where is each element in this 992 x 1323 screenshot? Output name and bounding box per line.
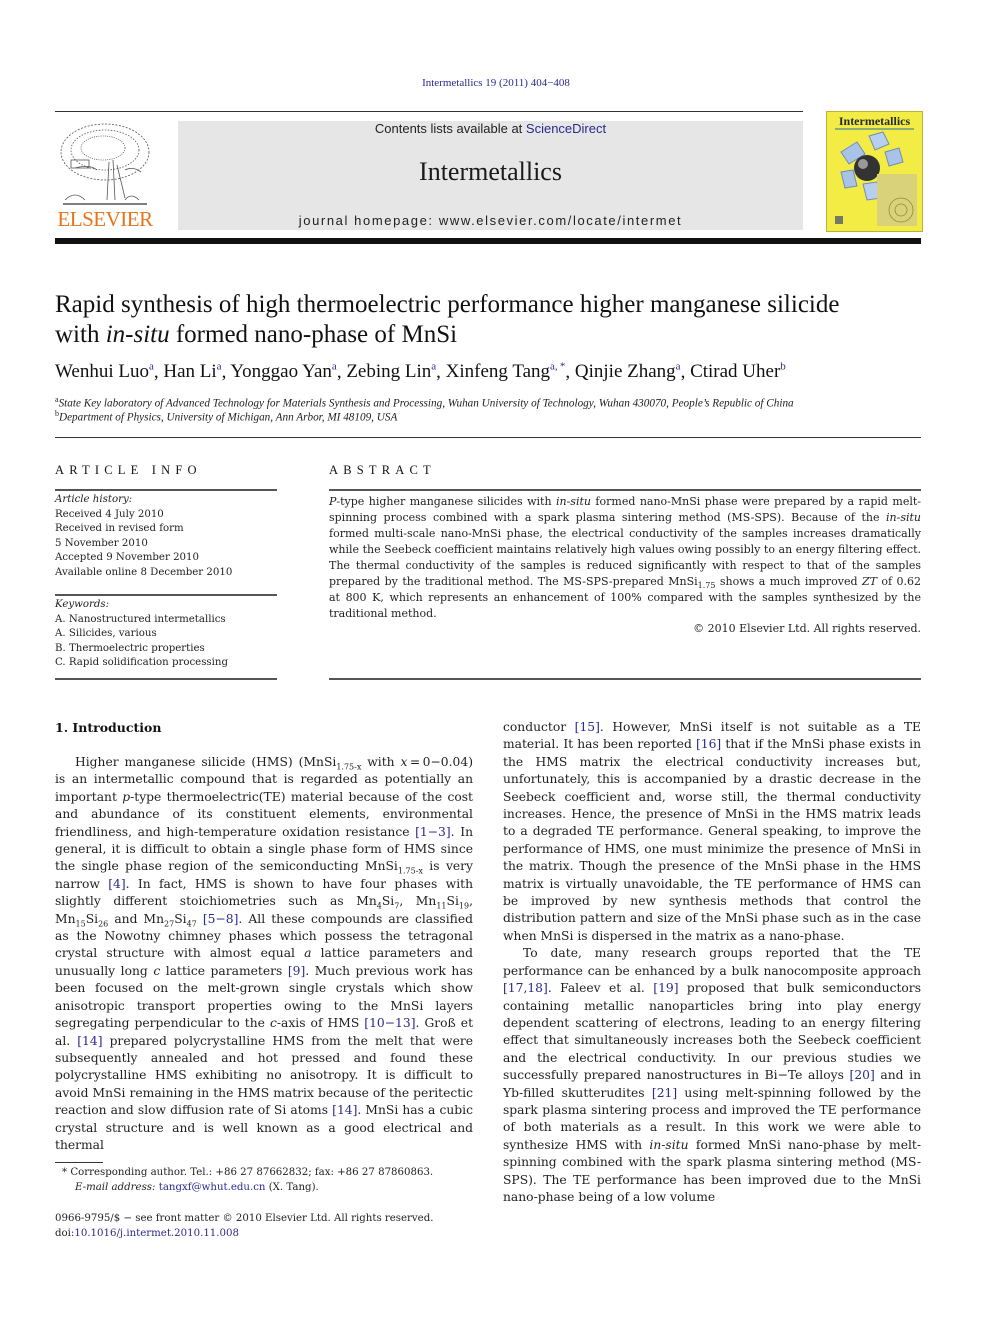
body-column-right: conductor [15]. However, MnSi itself is … (503, 719, 921, 1206)
email-note: E-mail address: tangxf@whut.edu.cn (X. T… (75, 1182, 319, 1193)
author[interactable]: Yonggao Yana (230, 361, 336, 382)
citation-link[interactable]: [17,18] (503, 981, 548, 995)
citation-link[interactable]: [5−8] (203, 912, 239, 926)
abstract-copyright: © 2010 Elsevier Ltd. All rights reserved… (693, 622, 921, 635)
keyword-item: A. Silicides, various (55, 628, 157, 639)
keyword-item: C. Rapid solidification processing (55, 657, 228, 668)
author[interactable]: Wenhui Luoa (55, 361, 154, 382)
journal-banner: Contents lists available at ScienceDirec… (178, 121, 803, 230)
paragraph: conductor [15]. However, MnSi itself is … (503, 720, 922, 943)
front-matter-note: 0966-9795/$ − see front matter © 2010 El… (55, 1213, 434, 1224)
journal-citation-link[interactable]: Intermetallics 19 (2011) 404−408 (0, 77, 992, 89)
keyword-item: A. Nanostructured intermetallics (55, 613, 226, 625)
body-column-left: Higher manganese silicide (HMS) (MnSi1.7… (55, 754, 473, 1154)
author-corresponding[interactable]: Xinfeng Tanga, * (446, 361, 566, 382)
citation-link[interactable]: [21] (652, 1086, 677, 1100)
author-list: Wenhui Luoa, Han Lia, Yonggao Yana, Zebi… (55, 361, 786, 383)
affiliation-b: bDepartment of Physics, University of Mi… (55, 409, 398, 424)
citation-link[interactable]: [4] (108, 877, 125, 891)
journal-cover-thumbnail[interactable]: Intermetallics (826, 111, 923, 232)
paragraph: Higher manganese silicide (HMS) (MnSi1.7… (55, 755, 474, 1152)
doi-link[interactable]: 10.1016/j.intermet.2010.11.008 (74, 1228, 239, 1239)
info-bottom-rule (55, 678, 277, 680)
elsevier-logo[interactable]: ELSEVIER (55, 120, 155, 232)
abstract-text: P-type higher manganese silicides with i… (329, 495, 921, 620)
history-item: Received in revised form (55, 523, 184, 534)
paragraph: To date, many research groups reported t… (503, 946, 922, 1204)
citation-link[interactable]: [14] (77, 1034, 102, 1048)
history-item: Accepted 9 November 2010 (55, 552, 199, 563)
article-title: Rapid synthesis of high thermoelectric p… (55, 291, 840, 348)
cover-art-icon (835, 128, 917, 226)
citation-link[interactable]: [16] (696, 737, 721, 751)
keywords: Keywords: A. Nanostructured intermetalli… (55, 598, 277, 671)
article-history: Article history: Received 4 July 2010 Re… (55, 493, 277, 580)
citation-link[interactable]: [20] (850, 1068, 875, 1082)
doi-line: doi:10.1016/j.intermet.2010.11.008 (55, 1228, 239, 1239)
abstract-rule (329, 489, 921, 491)
keywords-rule (55, 594, 277, 596)
keyword-item: B. Thermoelectric properties (55, 642, 205, 654)
author[interactable]: Han Lia (163, 361, 221, 382)
author[interactable]: Zebing Lina (346, 361, 436, 382)
affiliation-rule (55, 437, 921, 438)
corresponding-author-note: * Corresponding author. Tel.: +86 27 876… (62, 1167, 434, 1178)
abstract-bottom-rule (329, 678, 921, 680)
article-info-rule (55, 489, 277, 491)
citation-link[interactable]: [14] (332, 1103, 357, 1117)
article-info-heading: ARTICLE INFO (55, 463, 202, 477)
email-link[interactable]: tangxf@whut.edu.cn (159, 1182, 266, 1193)
sciencedirect-link[interactable]: ScienceDirect (526, 121, 606, 136)
journal-name: Intermetallics (419, 157, 562, 186)
tree-icon (60, 123, 150, 205)
history-item: 5 November 2010 (55, 537, 148, 549)
journal-homepage[interactable]: journal homepage: www.elsevier.com/locat… (178, 213, 803, 228)
footnote-rule (55, 1162, 103, 1163)
header-top-rule (55, 111, 803, 112)
citation-link[interactable]: [15] (575, 720, 600, 734)
author[interactable]: Qinjie Zhanga (575, 361, 681, 382)
abstract-heading: ABSTRACT (329, 463, 436, 477)
history-item: Available online 8 December 2010 (55, 566, 233, 578)
history-item: Received 4 July 2010 (55, 508, 164, 520)
citation-link[interactable]: [19] (653, 981, 678, 995)
header-thick-rule (55, 238, 921, 244)
citation-link[interactable]: [9] (288, 964, 305, 978)
author[interactable]: Ctirad Uherb (690, 361, 786, 382)
affiliation-a: aState Key laboratory of Advanced Techno… (55, 395, 794, 410)
contents-line: Contents lists available at ScienceDirec… (374, 121, 607, 136)
citation-text[interactable]: Intermetallics 19 (2011) 404−408 (422, 77, 570, 89)
citation-link[interactable]: [10−13] (364, 1016, 415, 1030)
publisher-wordmark: ELSEVIER (57, 207, 153, 231)
citation-link[interactable]: [1−3] (415, 825, 451, 839)
section-heading-introduction: 1. Introduction (55, 720, 162, 735)
